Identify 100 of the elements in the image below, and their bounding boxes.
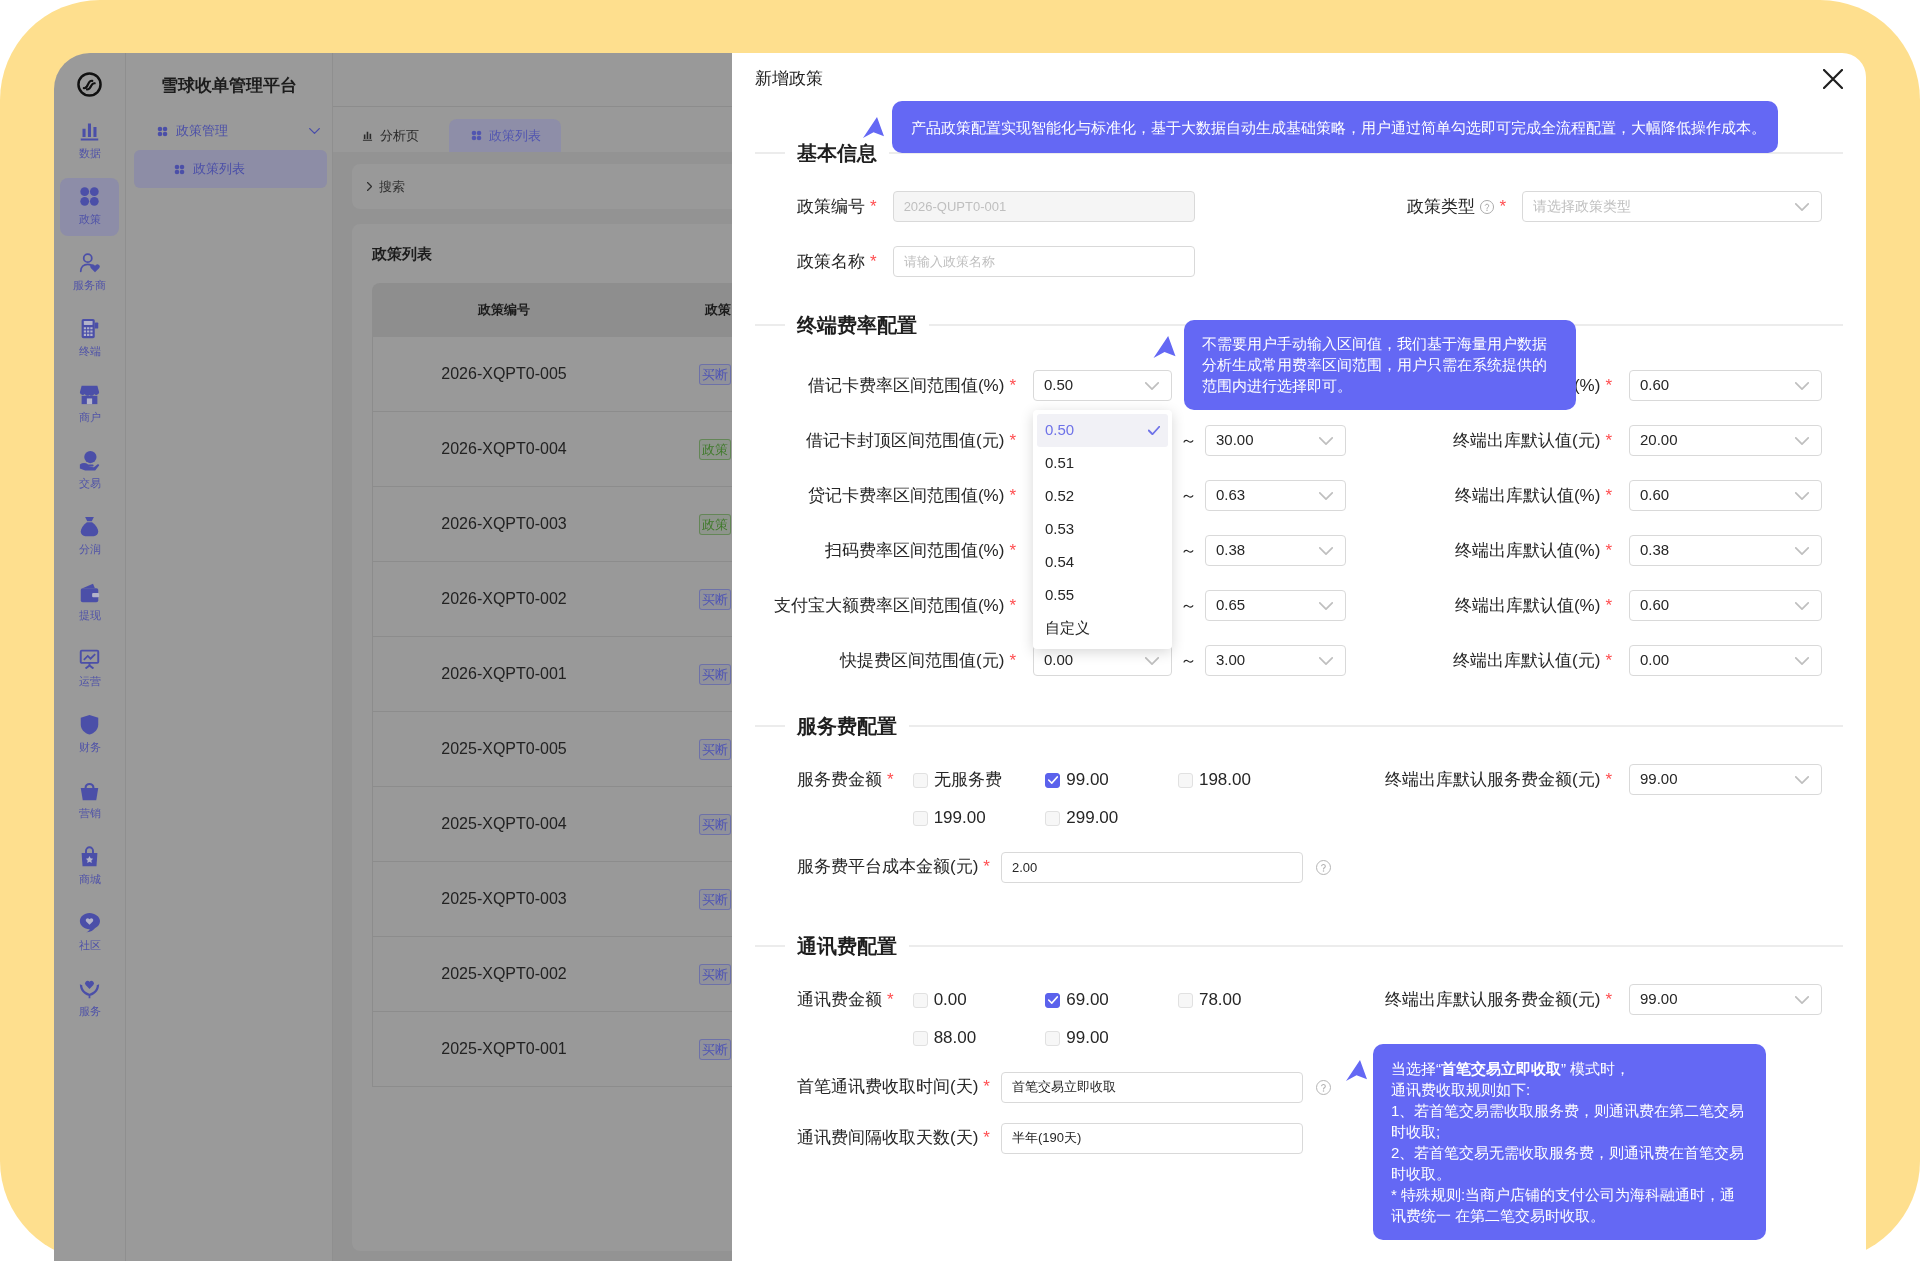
select-field[interactable]: 0.60 [1629, 480, 1822, 511]
chevron-down-icon [1145, 381, 1159, 390]
shopping-bag-icon [79, 846, 100, 867]
checkbox-label[interactable]: 78.00 [1198, 987, 1242, 1013]
checkbox-label[interactable]: 199.00 [933, 805, 986, 831]
column-header: 政策 [705, 301, 731, 320]
select-field[interactable]: 20.00 [1629, 425, 1822, 456]
select-field[interactable]: 99.00 [1629, 764, 1822, 795]
checkbox-label[interactable]: 99.00 [1066, 1025, 1109, 1051]
close-button[interactable] [1822, 68, 1844, 90]
field-label: 支付宝大额费率区间范围值(%) [773, 594, 1005, 617]
dropdown-option[interactable]: 自定义 [1037, 612, 1168, 645]
required-mark: * [1009, 649, 1016, 672]
dropdown-option[interactable]: 0.51 [1037, 447, 1168, 480]
checkbox-label[interactable]: 69.00 [1066, 987, 1109, 1013]
select-field[interactable]: 0.38 [1205, 535, 1346, 566]
checkbox-label[interactable]: 无服务费 [933, 767, 1002, 793]
section-title: 服务费配置 [795, 714, 898, 739]
chevron-down-icon [1795, 546, 1809, 555]
drawer-title: 新增政策 [755, 68, 823, 91]
select-field[interactable]: 30.00 [1205, 425, 1346, 456]
field-label: 终端出库默认值(元) [1453, 429, 1601, 452]
checkbox-label[interactable]: 99.00 [1066, 767, 1109, 793]
tag: 买断 [699, 738, 731, 760]
text-field[interactable]: 首笔交易立即收取 [1000, 1071, 1303, 1103]
select-field[interactable]: 0.50 [1033, 370, 1172, 401]
field-label: 终端出库默认服务费金额(元) [1385, 988, 1601, 1011]
person-heart-icon [79, 252, 100, 273]
required-mark: * [1009, 374, 1016, 397]
select-field[interactable]: 99.00 [1629, 984, 1822, 1015]
select-field[interactable]: 0.60 [1629, 370, 1822, 401]
chevron-down-icon [1319, 656, 1333, 665]
hands-heart-icon [79, 978, 100, 999]
select-field[interactable]: 3.00 [1205, 645, 1346, 676]
dropdown-option[interactable]: 0.55 [1037, 579, 1168, 612]
required-mark: * [1605, 374, 1612, 397]
four-circles-icon [174, 163, 185, 175]
tag: 政策 [699, 513, 731, 535]
checkbox[interactable] [1045, 992, 1061, 1008]
chevron-down-icon [1319, 546, 1333, 555]
shield-icon [79, 714, 100, 735]
tooltip: 不需要用户手动输入区间值，我们基于海量用户数据分析生成常用费率区间范围，用户只需在系统提供的范围内进行选择即可。 [1184, 320, 1576, 410]
required-mark: * [1605, 649, 1612, 672]
storefront-icon [79, 384, 100, 405]
section-title: 终端费率配置 [795, 313, 918, 338]
select-field[interactable]: 0.60 [1629, 590, 1822, 621]
dropdown-option[interactable]: 0.50 [1037, 414, 1168, 447]
text-field[interactable]: 请输入政策名称 [892, 246, 1195, 277]
text-field[interactable]: 半年(190天) [1000, 1122, 1303, 1154]
required-mark: * [1605, 539, 1612, 562]
dropdown-option[interactable]: 0.53 [1037, 513, 1168, 546]
field-label: 首笔通讯费收取时间(天) [797, 1076, 979, 1099]
required-mark: * [983, 856, 990, 879]
checkbox-label[interactable]: 0.00 [933, 987, 967, 1013]
table-cell-text: 2026-XQPT0-004 [440, 439, 568, 459]
checkmark-icon [1047, 996, 1058, 1004]
select-field[interactable]: 0.38 [1629, 535, 1822, 566]
checkbox-label[interactable]: 299.00 [1066, 805, 1119, 831]
required-mark: * [887, 768, 894, 791]
field-label: 通讯费间隔收取天数(天) [797, 1127, 979, 1150]
select-field[interactable]: 0.63 [1205, 480, 1346, 511]
field-label: 贷记卡费率区间范围值(%) [807, 484, 1005, 507]
tag: 买断 [699, 663, 731, 685]
field-label: 扫码费率区间范围值(%) [824, 539, 1005, 562]
checkbox-label[interactable]: 88.00 [933, 1025, 977, 1051]
field-label: 政策名称 [797, 250, 865, 273]
field-label: 借记卡费率区间范围值(%) [807, 374, 1005, 397]
table-cell-text: 2025-XQPT0-001 [440, 1039, 568, 1059]
select-field[interactable]: 0.65 [1205, 590, 1346, 621]
required-mark: * [1009, 594, 1016, 617]
chevron-down-icon [1319, 491, 1333, 500]
table-cell-text: 2025-XQPT0-005 [440, 739, 568, 759]
text-field[interactable]: 2.00 [1000, 851, 1303, 883]
field-label: 政策类型 [1407, 195, 1476, 218]
required-mark: * [1009, 484, 1016, 507]
logo-icon [77, 72, 102, 97]
tag: 买断 [699, 588, 731, 610]
search-toggle[interactable]: 搜索 [367, 176, 405, 197]
select-field[interactable]: 0.00 [1629, 645, 1822, 676]
table-cell-text: 2025-XQPT0-004 [440, 814, 568, 834]
tab[interactable]: 分析页 [353, 119, 428, 152]
basket-icon [79, 780, 100, 801]
chevron-down-icon [309, 128, 320, 134]
chevron-down-icon [1145, 656, 1159, 665]
checkbox-label[interactable]: 198.00 [1198, 767, 1251, 793]
pointer-arrow-icon [863, 117, 884, 138]
pointer-arrow-icon [1346, 1060, 1367, 1081]
table-cell-text: 2026-XQPT0-002 [440, 589, 568, 609]
dropdown-option[interactable]: 0.52 [1037, 480, 1168, 513]
required-mark: * [870, 195, 877, 218]
required-mark: * [1605, 768, 1612, 791]
checkbox[interactable] [1045, 772, 1061, 788]
tooltip: 当选择“首笔交易立即收取” 模式时， 通讯费收取规则如下: 1、若首笔交易需收取服务费，则通讯费在第二笔交易时收取; 2、若首笔交易无需收取服务费，则通讯费在首笔交易时收取。 * 特殊规则:当商户店铺的支付公司为海科融通时，通讯费统一 在第二笔交易时收取。 [1373, 1044, 1766, 1240]
chevron-down-icon [1795, 995, 1809, 1004]
required-mark: * [1605, 988, 1612, 1011]
dropdown-option[interactable]: 0.54 [1037, 546, 1168, 579]
range-separator: ～ [1180, 485, 1197, 506]
tooltip: 产品政策配置实现智能化与标准化，基于大数据自动生成基础策略，用户通过简单勾选即可完成全流程配置，大幅降低操作成本。 [892, 101, 1778, 153]
tag: 买断 [699, 363, 731, 385]
required-mark: * [1499, 195, 1506, 218]
